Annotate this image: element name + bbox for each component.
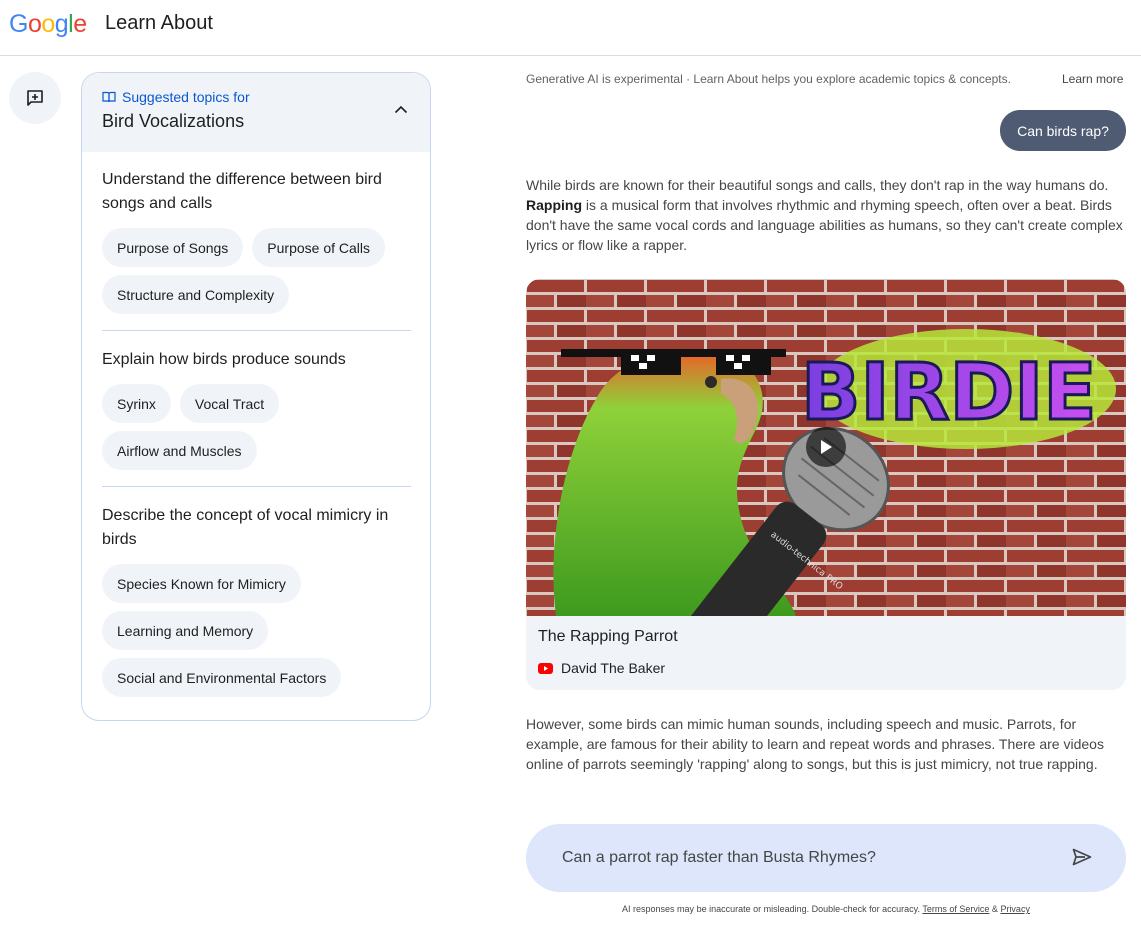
divider xyxy=(102,486,411,487)
learn-more-link[interactable]: Learn more xyxy=(1062,72,1123,86)
experimental-disclaimer: Generative AI is experimental · Learn Ab… xyxy=(526,72,1011,86)
play-icon xyxy=(821,440,832,454)
section-title: Understand the difference between bird s… xyxy=(102,171,382,212)
answer-text: is a musical form that involves rhythmic… xyxy=(526,197,1123,253)
play-button[interactable] xyxy=(806,427,846,467)
send-icon[interactable] xyxy=(1072,848,1092,866)
suggested-topics-header[interactable]: Suggested topics for Bird Vocalizations xyxy=(82,73,430,152)
topic-chip[interactable]: Species Known for Mimicry xyxy=(102,564,301,603)
video-channel[interactable]: David The Baker xyxy=(538,660,665,676)
topic-chip[interactable]: Social and Environmental Factors xyxy=(102,658,342,697)
new-chat-button[interactable] xyxy=(9,72,61,124)
topic-chip[interactable]: Airflow and Muscles xyxy=(102,431,257,470)
section-title: Describe the concept of vocal mimicry in… xyxy=(102,507,389,548)
topic-title: Bird Vocalizations xyxy=(102,111,245,131)
app-title: Learn About xyxy=(105,12,213,34)
topic-chip[interactable]: Learning and Memory xyxy=(102,611,269,650)
suggested-topics-panel: Suggested topics for Bird Vocalizations … xyxy=(81,72,431,721)
prompt-input[interactable] xyxy=(562,844,1042,872)
footer-note: AI responses may be inaccurate or mislea… xyxy=(526,904,1126,914)
terms-link[interactable]: Terms of Service xyxy=(922,904,989,914)
google-logo[interactable]: Google xyxy=(9,10,87,39)
topic-chip[interactable]: Syrinx xyxy=(102,384,171,423)
logo-letter: g xyxy=(54,10,69,38)
divider xyxy=(102,330,411,331)
topic-chip[interactable]: Structure and Complexity xyxy=(102,275,290,314)
section-title: Explain how birds produce sounds xyxy=(102,351,346,368)
video-card[interactable]: BIRDIE audio-technica PRO The Rapping Pa… xyxy=(526,279,1126,690)
youtube-icon xyxy=(538,662,553,674)
add-chat-icon xyxy=(27,90,43,106)
topic-chip[interactable]: Purpose of Calls xyxy=(252,228,386,267)
answer-text: While birds are known for their beautifu… xyxy=(526,177,1109,193)
topic-section: Describe the concept of vocal mimicry in… xyxy=(102,504,410,697)
answer-paragraph: While birds are known for their beautifu… xyxy=(526,175,1126,255)
book-icon xyxy=(102,91,116,103)
topic-chip[interactable]: Purpose of Songs xyxy=(102,228,244,267)
prompt-bar xyxy=(526,824,1126,892)
top-bar: Google Learn About xyxy=(0,0,1141,56)
user-query-bubble: Can birds rap? xyxy=(1000,110,1126,151)
bold-term: Rapping xyxy=(526,197,582,213)
ampersand: & xyxy=(991,904,998,914)
channel-name: David The Baker xyxy=(561,660,666,676)
suggested-label: Suggested topics for xyxy=(122,89,250,105)
graffiti-text: BIRDIE xyxy=(801,348,1097,438)
privacy-link[interactable]: Privacy xyxy=(1000,904,1030,914)
topic-chip[interactable]: Vocal Tract xyxy=(179,384,280,423)
logo-letter: o xyxy=(41,10,55,38)
accuracy-note: AI responses may be inaccurate or mislea… xyxy=(622,904,921,914)
logo-letter: G xyxy=(9,10,28,38)
topic-section: Understand the difference between bird s… xyxy=(102,168,410,314)
logo-letter: o xyxy=(27,10,42,38)
logo-letter: e xyxy=(73,10,87,38)
topic-section: Explain how birds produce sounds Syrinx … xyxy=(102,348,410,470)
chevron-up-icon[interactable] xyxy=(394,105,408,114)
answer-paragraph: However, some birds can mimic human soun… xyxy=(526,716,1104,772)
video-title[interactable]: The Rapping Parrot xyxy=(538,628,678,646)
